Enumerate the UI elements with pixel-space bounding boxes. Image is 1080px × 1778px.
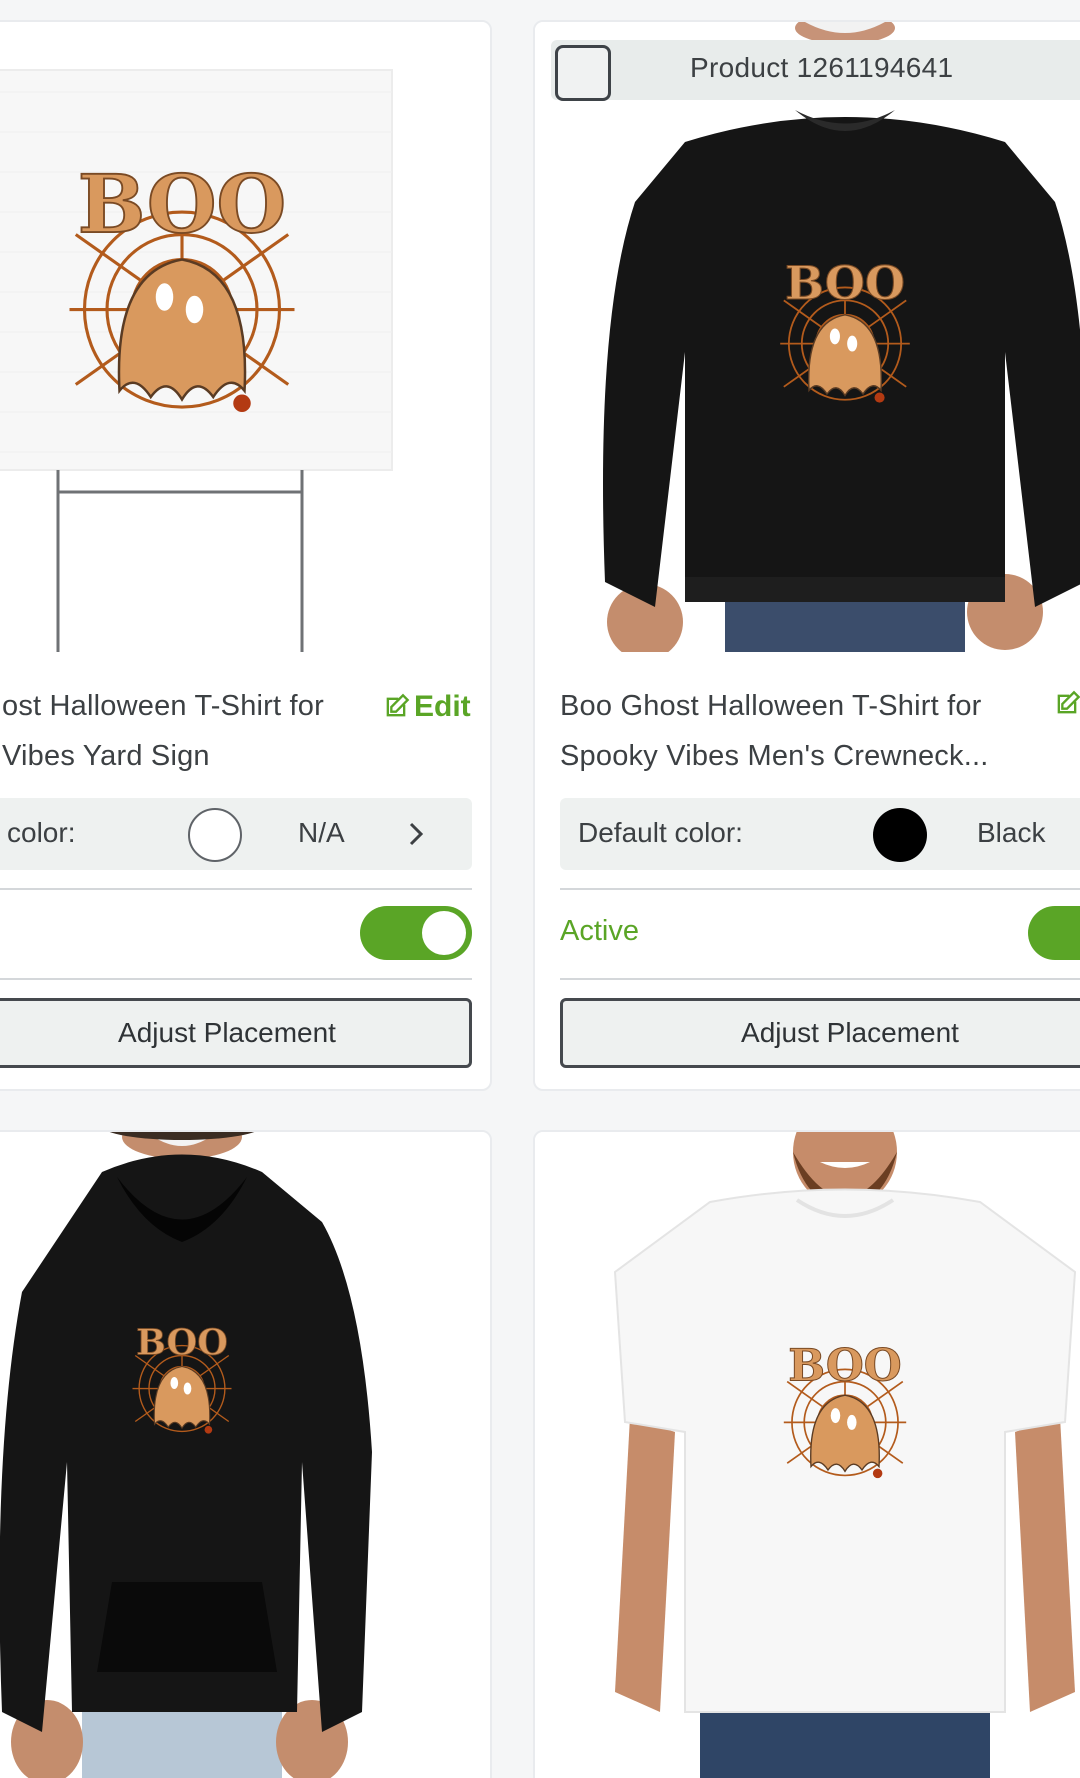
adjust-placement-button[interactable]: Adjust Placement bbox=[0, 998, 472, 1068]
default-color-value: Black bbox=[977, 817, 1046, 848]
divider bbox=[560, 978, 1080, 980]
product-id: Product 1261194641 bbox=[690, 52, 954, 83]
active-toggle[interactable] bbox=[1028, 906, 1080, 960]
print-text: BOO bbox=[136, 1322, 228, 1363]
product-image[interactable]: BOO bbox=[535, 1132, 1080, 1778]
product-title-line-1: Boo Ghost Halloween T-Shirt for bbox=[560, 690, 982, 722]
edit-link[interactable] bbox=[1053, 690, 1080, 718]
print-text: BOO bbox=[788, 1340, 901, 1391]
product-image[interactable]: BOO bbox=[535, 22, 1080, 652]
edit-icon bbox=[386, 693, 410, 717]
default-color-label: Default color: bbox=[578, 817, 743, 848]
adjust-placement-button[interactable]: Adjust Placement bbox=[560, 998, 1080, 1068]
product-image[interactable]: BOO bbox=[0, 1132, 490, 1778]
default-color-value: N/A bbox=[298, 817, 345, 848]
product-card: BOO Product 1261194641 Boo Ghost Hallowe… bbox=[533, 20, 1080, 1091]
color-swatch bbox=[188, 808, 242, 862]
default-color-row[interactable]: color: N/A bbox=[0, 798, 472, 870]
product-title-line-2: Spooky Vibes Men's Crewneck... bbox=[560, 740, 989, 772]
status-label: Active bbox=[560, 915, 639, 947]
edit-label: Edit bbox=[414, 690, 471, 723]
default-color-label: color: bbox=[7, 817, 76, 848]
product-title-line-1: ost Halloween T-Shirt for bbox=[2, 690, 324, 722]
product-card: BOO bbox=[533, 1130, 1080, 1778]
select-checkbox[interactable] bbox=[555, 45, 611, 101]
toggle-knob bbox=[422, 911, 466, 955]
edit-link[interactable]: Edit bbox=[382, 690, 471, 724]
color-swatch bbox=[873, 808, 927, 862]
product-title-line-2: Vibes Yard Sign bbox=[2, 740, 210, 772]
divider bbox=[0, 978, 472, 980]
product-card: BOO bbox=[0, 1130, 492, 1778]
divider bbox=[560, 888, 1080, 890]
product-grid: BOO ost Halloween T-Shirt for Vibes Yard… bbox=[0, 0, 1080, 1778]
print-text: BOO bbox=[78, 157, 286, 251]
default-color-row[interactable]: Default color: Black bbox=[560, 798, 1080, 870]
chevron-right-icon bbox=[409, 822, 424, 846]
product-image[interactable]: BOO bbox=[0, 22, 490, 652]
divider bbox=[0, 888, 472, 890]
product-card: BOO ost Halloween T-Shirt for Vibes Yard… bbox=[0, 20, 492, 1091]
edit-icon bbox=[1057, 690, 1080, 714]
active-toggle[interactable] bbox=[360, 906, 472, 960]
print-text: BOO bbox=[785, 256, 905, 310]
